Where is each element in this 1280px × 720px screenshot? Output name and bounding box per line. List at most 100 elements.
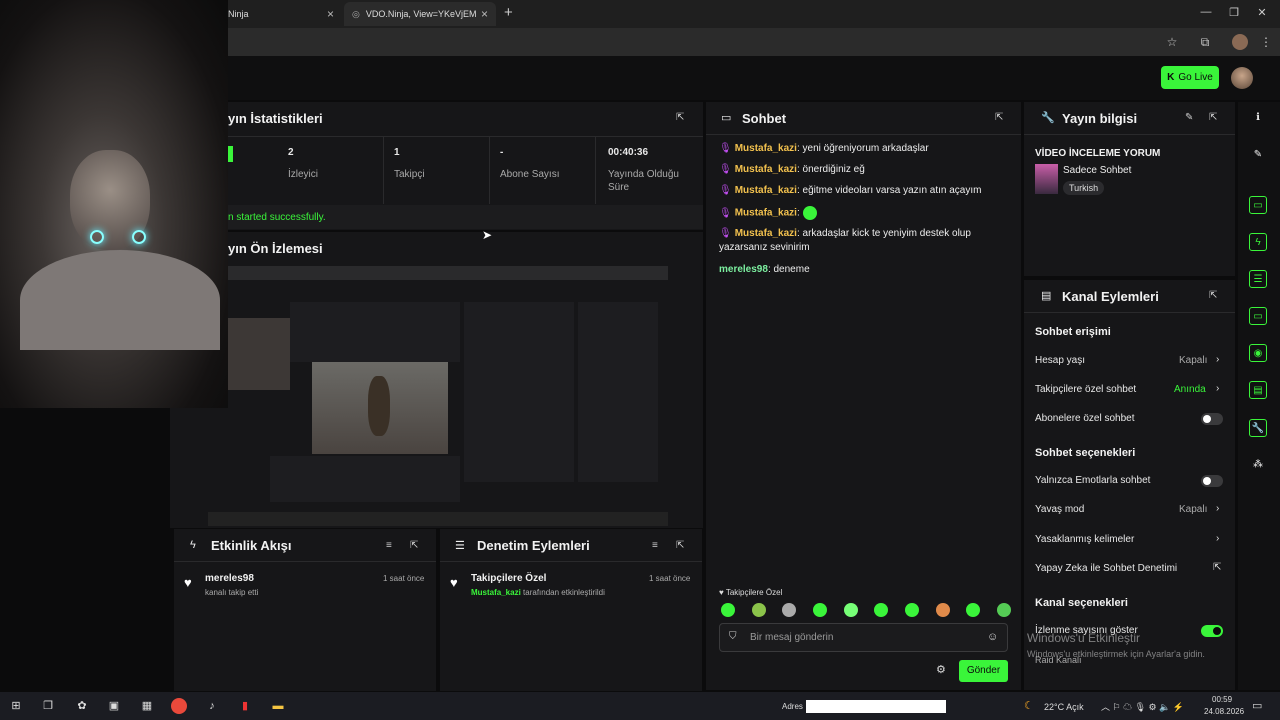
followers-only-value[interactable]: Anında (1174, 384, 1206, 395)
status-message: n started successfully. (170, 205, 703, 229)
emoji-icon[interactable]: ☺ (987, 631, 998, 643)
ai-moderation-label[interactable]: Yapay Zeka ile Sohbet Denetimi (1035, 563, 1177, 574)
emote-icon[interactable] (782, 603, 797, 617)
emote-icon[interactable] (904, 603, 919, 617)
tray-icons[interactable]: ︿ ⚐ ☁ 🎙 ⚙ 🔈 ⚡ (1101, 700, 1184, 713)
preview-widget-icon[interactable]: ◉ (1249, 344, 1267, 362)
clock-time[interactable]: 00:59 (1212, 695, 1232, 704)
heart-icon: ♥ (719, 588, 724, 597)
new-tab-icon[interactable]: + (504, 4, 513, 21)
chevron-right-icon[interactable]: › (1216, 533, 1219, 544)
expand-icon[interactable]: ⇱ (410, 540, 418, 551)
expand-icon[interactable]: ⇱ (995, 112, 1003, 123)
browser-tab[interactable]: Ninja × (220, 2, 342, 26)
expand-icon[interactable]: ⇱ (676, 540, 684, 551)
address-input[interactable] (806, 700, 946, 713)
chevron-right-icon[interactable]: › (1216, 383, 1219, 394)
expand-icon[interactable]: ⇱ (1209, 112, 1217, 123)
emote-icon[interactable] (812, 603, 827, 617)
close-window-icon[interactable]: ✕ (1252, 6, 1272, 19)
emote-icon[interactable] (721, 603, 735, 617)
account-age-label[interactable]: Hesap yaşı (1035, 355, 1085, 366)
divider (174, 561, 436, 562)
pencil-icon[interactable]: ✎ (1249, 146, 1267, 164)
browser-tab-active[interactable]: ◎ VDO.Ninja, View=YKeVjEM × (344, 2, 496, 26)
emote-icon[interactable] (996, 603, 1011, 617)
expand-icon[interactable]: ⇱ (676, 112, 684, 123)
emote-only-label: Yalnızca Emotlarla sohbet (1035, 475, 1151, 486)
restore-icon[interactable]: ❐ (1224, 6, 1244, 19)
avatar[interactable] (1231, 67, 1253, 89)
shield-icon: ⛉ (729, 631, 737, 642)
banned-words-label[interactable]: Yasaklanmış kelimeler (1035, 534, 1134, 545)
mic-icon: 🎙 (719, 164, 732, 175)
stat-followers: 1 Takipçi (384, 136, 490, 204)
pdf-icon[interactable]: ▮ (237, 698, 253, 714)
gear-icon[interactable]: ⚙ (936, 663, 946, 676)
moderation-title: Denetim Eylemleri (477, 538, 590, 553)
menu-icon[interactable]: ⋮ (1258, 34, 1274, 50)
add-widget-icon[interactable]: ⁂ (1249, 456, 1267, 474)
filter-icon[interactable]: ≡ (652, 540, 658, 551)
close-tab-icon[interactable]: × (481, 7, 488, 21)
chat-input[interactable]: Bir mesaj gönderin (750, 632, 833, 643)
slow-mode-label[interactable]: Yavaş mod (1035, 504, 1084, 515)
send-button[interactable]: Gönder (959, 660, 1008, 682)
chevron-right-icon[interactable]: › (1216, 354, 1219, 365)
emote-only-toggle[interactable] (1201, 475, 1223, 487)
extensions-icon[interactable]: ⧉ (1197, 34, 1213, 50)
go-live-button[interactable]: K Go Live (1161, 66, 1219, 89)
tiktok-icon[interactable]: ♪ (204, 698, 220, 714)
activity-widget-icon[interactable]: ϟ (1249, 233, 1267, 251)
channel-widget-icon[interactable]: ▤ (1249, 381, 1267, 399)
globe-icon: ◎ (352, 8, 360, 19)
show-viewers-toggle[interactable] (1201, 625, 1223, 637)
expand-icon[interactable]: ⇱ (1209, 290, 1217, 301)
activity-user[interactable]: mereles98 (205, 573, 254, 584)
external-link-icon[interactable]: ⇱ (1213, 562, 1221, 573)
followers-only-label[interactable]: Takipçilere özel sohbet (1035, 384, 1136, 395)
emote-icon[interactable] (935, 603, 950, 617)
channel-actions-title: Kanal Eylemleri (1062, 289, 1159, 304)
edit-icon[interactable]: ✎ (1185, 112, 1193, 123)
moderation-desc: Mustafa_kazi tarafından etkinleştirildi (471, 588, 605, 597)
info-widget-icon[interactable]: 🔧 (1249, 419, 1267, 437)
emote-icon[interactable] (843, 603, 858, 617)
profile-icon[interactable] (1232, 34, 1248, 50)
windows-start-icon[interactable]: ⊞ (8, 698, 24, 714)
chatgpt-icon[interactable]: ✿ (74, 698, 90, 714)
stream-category[interactable]: Sadece Sohbet (1063, 165, 1131, 176)
wrench-icon: 🔧 (1041, 112, 1055, 124)
file-explorer-icon[interactable]: ▬ (270, 698, 286, 714)
activity-feed-panel (174, 529, 436, 691)
emote-icon[interactable] (966, 603, 981, 617)
heart-icon: ♥ (184, 575, 192, 590)
info-icon[interactable]: ℹ (1249, 109, 1267, 127)
minimize-icon[interactable]: — (1196, 6, 1216, 18)
slow-mode-value[interactable]: Kapalı (1179, 504, 1207, 515)
task-view-icon[interactable]: ❐ (40, 698, 56, 714)
subs-only-toggle[interactable] (1201, 413, 1223, 425)
weather-text[interactable]: 22°C Açık (1044, 702, 1084, 712)
account-age-value[interactable]: Kapalı (1179, 355, 1207, 366)
activation-watermark-sub: Windows'u etkinleştirmek için Ayarlar'a … (1027, 649, 1205, 659)
notifications-icon[interactable]: ▭ (1252, 699, 1262, 712)
stream-preview-video[interactable] (208, 266, 668, 526)
chat-widget-icon[interactable]: ▭ (1249, 307, 1267, 325)
activity-title: Etkinlik Akışı (211, 538, 292, 553)
heart-icon: ♥ (450, 575, 458, 590)
calculator-icon[interactable]: ▦ (139, 698, 155, 714)
close-tab-icon[interactable]: × (327, 7, 334, 21)
emote-icon[interactable] (874, 603, 889, 617)
star-icon[interactable]: ☆ (1164, 34, 1180, 50)
chrome-icon[interactable] (171, 698, 187, 714)
chevron-right-icon[interactable]: › (1216, 503, 1219, 514)
stats-widget-icon[interactable]: ▭ (1249, 196, 1267, 214)
filter-icon[interactable]: ≡ (386, 540, 392, 551)
app-icon[interactable]: ▣ (106, 698, 122, 714)
webcam-overlay (0, 0, 228, 408)
moderation-widget-icon[interactable]: ☰ (1249, 270, 1267, 288)
emote-icon[interactable] (751, 603, 766, 617)
preview-title: yın Ön İzlemesi (228, 241, 323, 256)
clock-date[interactable]: 24.08.2026 (1204, 707, 1244, 716)
